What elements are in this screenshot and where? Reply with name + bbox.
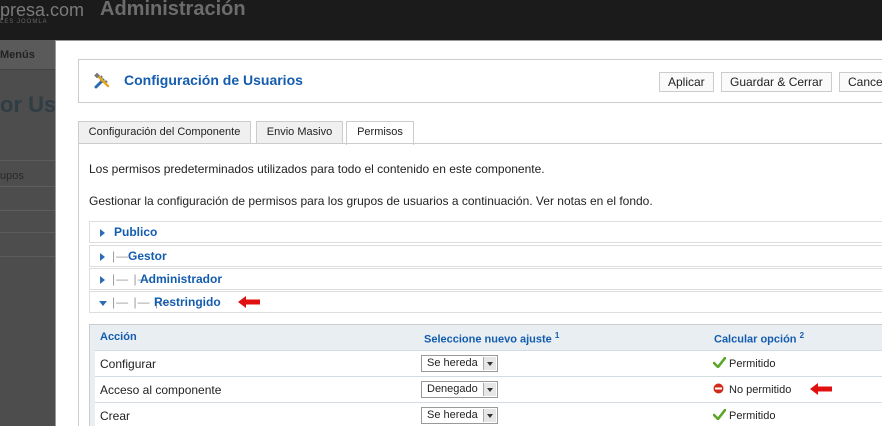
divider	[0, 210, 55, 211]
background-grupos-label: upos	[0, 170, 24, 182]
collapse-arrow-icon	[99, 301, 107, 306]
table-row: Crear Se hereda Permitido	[95, 402, 882, 426]
action-label: Acceso al componente	[100, 383, 222, 397]
check-icon	[713, 357, 726, 368]
tab-component-config[interactable]: Configuración del Componente	[78, 121, 251, 144]
group-name: Publico	[114, 225, 158, 239]
action-label: Crear	[100, 409, 131, 423]
group-row-gestor[interactable]: |— Gestor	[89, 245, 882, 267]
chevron-down-icon	[483, 357, 496, 370]
divider	[0, 186, 55, 187]
group-name: Administrador	[140, 272, 223, 286]
background-sidebar	[0, 70, 55, 426]
setting-select[interactable]: Se hereda	[421, 355, 498, 372]
permissions-panel: Los permisos predeterminados utilizados …	[78, 144, 882, 426]
calculated-setting: No permitido	[713, 383, 791, 396]
calculated-setting: Permitido	[713, 357, 775, 370]
level-marks: |—	[112, 249, 130, 263]
check-icon	[713, 409, 726, 420]
chevron-down-icon	[483, 409, 496, 422]
group-name: Gestor	[128, 249, 167, 263]
apply-button[interactable]: Aplicar	[659, 72, 714, 92]
action-label: Configurar	[100, 357, 157, 371]
admin-header: presa.com LES JOOMLA Administración	[0, 0, 882, 40]
table-row: Acceso al componente Denegado No permiti…	[95, 376, 882, 402]
tab-permissions[interactable]: Permisos	[346, 121, 414, 145]
modal-title: Configuración de Usuarios	[124, 72, 303, 88]
admin-title: Administración	[100, 0, 246, 20]
col-header-calc: Calcular opción 2	[714, 331, 805, 346]
tab-bulk-mail[interactable]: Envio Masivo	[256, 121, 343, 144]
cancel-button[interactable]: Cancel	[839, 72, 882, 92]
col-header-select: Seleccione nuevo ajuste 1	[424, 331, 560, 346]
site-logo: presa.com LES JOOMLA	[0, 0, 85, 25]
permissions-instructions: Gestionar la configuración de permisos p…	[89, 194, 653, 208]
red-arrow-annotation	[810, 383, 832, 395]
modal-toolbar: Configuración de Usuarios Aplicar Guarda…	[78, 59, 882, 103]
group-row-administrador[interactable]: |— |— Administrador	[89, 268, 882, 290]
red-arrow-annotation	[238, 296, 260, 308]
nav-menus[interactable]: Menús	[0, 40, 60, 70]
permissions-description: Los permisos predeterminados utilizados …	[89, 162, 545, 176]
save-close-button[interactable]: Guardar & Cerrar	[721, 72, 832, 92]
group-name: Restringido	[154, 295, 221, 309]
tools-icon	[94, 72, 110, 89]
chevron-down-icon	[483, 383, 496, 396]
divider	[0, 232, 55, 233]
calculated-setting: Permitido	[713, 409, 775, 422]
col-header-action: Acción	[100, 331, 137, 343]
table-row: Configurar Se hereda Permitido	[95, 350, 882, 376]
user-config-modal: Configuración de Usuarios Aplicar Guarda…	[55, 40, 882, 426]
group-row-publico[interactable]: Publico	[89, 221, 882, 243]
expand-arrow-icon	[100, 253, 105, 261]
setting-select[interactable]: Se hereda	[421, 407, 498, 424]
no-entry-icon	[713, 383, 724, 394]
divider	[0, 256, 55, 257]
permissions-table: Acción Seleccione nuevo ajuste 1 Calcula…	[89, 324, 882, 426]
expand-arrow-icon	[100, 229, 105, 237]
group-row-restringido[interactable]: |— |— |— Restringido	[89, 291, 882, 313]
expand-arrow-icon	[100, 276, 105, 284]
setting-select[interactable]: Denegado	[421, 381, 498, 398]
divider	[0, 160, 55, 161]
